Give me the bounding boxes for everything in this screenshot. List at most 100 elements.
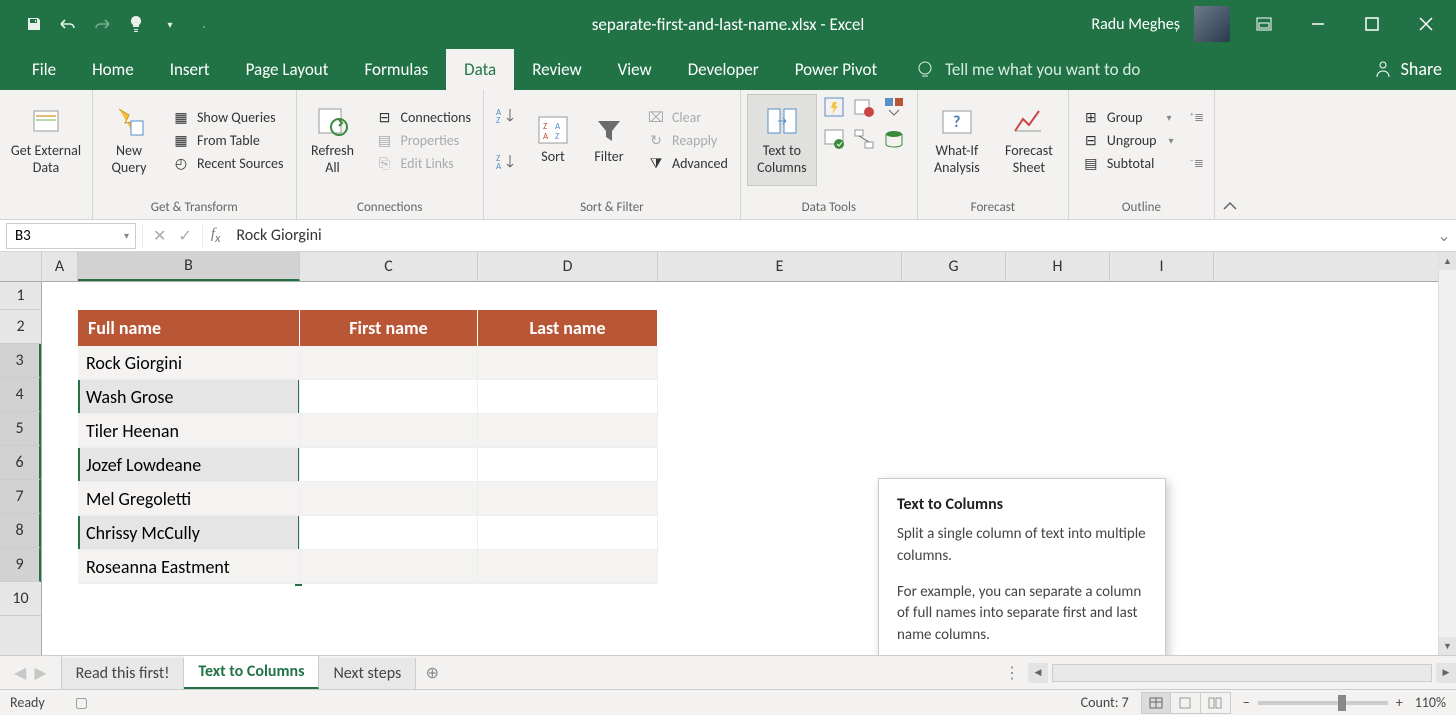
page-layout-view-button[interactable] bbox=[1171, 692, 1201, 714]
table-header[interactable]: First name bbox=[300, 310, 478, 346]
redo-icon[interactable] bbox=[88, 10, 116, 38]
forecast-sheet-button[interactable]: Forecast Sheet bbox=[996, 94, 1062, 186]
sort-desc-button[interactable]: ZA bbox=[494, 151, 518, 176]
column-header[interactable]: C bbox=[300, 252, 478, 281]
tell-me-search[interactable]: Tell me what you want to do bbox=[915, 59, 1140, 90]
subtotal-button[interactable]: ▤Subtotal bbox=[1081, 155, 1174, 172]
tab-insert[interactable]: Insert bbox=[152, 49, 228, 90]
zoom-slider[interactable] bbox=[1258, 701, 1388, 705]
table-row[interactable]: Jozef Lowdeane bbox=[78, 448, 658, 482]
get-external-data-button[interactable]: Get External Data bbox=[6, 94, 86, 186]
manage-data-model-button[interactable] bbox=[883, 128, 911, 158]
column-header[interactable]: H bbox=[1006, 252, 1110, 281]
new-query-button[interactable]: New Query bbox=[99, 94, 159, 186]
expand-formula-bar-icon[interactable]: ⌄ bbox=[1432, 226, 1456, 246]
sheet-tab[interactable]: Read this first! bbox=[62, 658, 185, 689]
column-header[interactable]: A bbox=[42, 252, 78, 281]
zoom-in-button[interactable]: + bbox=[1396, 694, 1403, 711]
scroll-down-icon[interactable]: ▼ bbox=[1439, 637, 1456, 655]
row-header[interactable]: 7 bbox=[0, 480, 41, 514]
tab-home[interactable]: Home bbox=[74, 49, 152, 90]
row-header[interactable]: 6 bbox=[0, 446, 41, 480]
table-row[interactable]: Roseanna Eastment bbox=[78, 550, 658, 584]
tab-power-pivot[interactable]: Power Pivot bbox=[777, 49, 895, 90]
show-queries-button[interactable]: ▦Show Queries bbox=[171, 109, 284, 126]
table-row[interactable]: Mel Gregoletti bbox=[78, 482, 658, 516]
sort-button[interactable]: ZAAZ Sort bbox=[528, 94, 578, 186]
remove-duplicates-button[interactable] bbox=[853, 96, 881, 126]
sort-asc-button[interactable]: AZ bbox=[494, 105, 518, 130]
scroll-left-icon[interactable]: ◀ bbox=[1028, 663, 1048, 683]
fx-icon[interactable]: fx bbox=[203, 226, 229, 246]
share-button[interactable]: Share bbox=[1373, 58, 1442, 90]
recent-sources-button[interactable]: ◴Recent Sources bbox=[171, 155, 284, 172]
tab-formulas[interactable]: Formulas bbox=[346, 49, 446, 90]
advanced-button[interactable]: ⧩Advanced bbox=[646, 155, 728, 172]
row-header[interactable]: 3 bbox=[0, 344, 41, 378]
table-header[interactable]: Full name bbox=[78, 310, 300, 346]
group-button[interactable]: ⊞Group▾ bbox=[1081, 109, 1174, 126]
column-header[interactable]: G bbox=[902, 252, 1006, 281]
tab-page-layout[interactable]: Page Layout bbox=[228, 49, 347, 90]
column-header[interactable]: D bbox=[478, 252, 658, 281]
scroll-up-icon[interactable]: ▲ bbox=[1439, 252, 1456, 270]
consolidate-button[interactable] bbox=[883, 96, 911, 126]
undo-icon[interactable] bbox=[54, 10, 82, 38]
scroll-right-icon[interactable]: ▶ bbox=[1436, 663, 1456, 683]
row-header[interactable]: 8 bbox=[0, 514, 41, 548]
user-name[interactable]: Radu Megheș bbox=[1091, 15, 1180, 34]
zoom-out-button[interactable]: − bbox=[1243, 694, 1250, 711]
column-header[interactable]: E bbox=[658, 252, 902, 281]
filter-button[interactable]: Filter bbox=[584, 94, 634, 186]
select-all-corner[interactable] bbox=[0, 252, 42, 282]
vertical-scrollbar[interactable]: ▲ ▼ bbox=[1438, 252, 1456, 655]
ribbon-display-icon[interactable] bbox=[1244, 6, 1284, 42]
new-sheet-button[interactable]: ⊕ bbox=[416, 663, 448, 683]
tab-developer[interactable]: Developer bbox=[670, 49, 777, 90]
macro-record-icon[interactable]: ▢ bbox=[75, 694, 88, 711]
table-header[interactable]: Last name bbox=[478, 310, 658, 346]
sheet-nav-prev-icon[interactable]: ◀ bbox=[14, 663, 26, 683]
worksheet-grid[interactable]: ABCDEGHI 12345678910 Full name First nam… bbox=[0, 252, 1456, 655]
relationships-button[interactable] bbox=[853, 128, 881, 158]
ungroup-button[interactable]: ⊟Ungroup▾ bbox=[1081, 132, 1174, 149]
minimize-icon[interactable] bbox=[1298, 6, 1338, 42]
what-if-analysis-button[interactable]: ? What-If Analysis bbox=[924, 94, 990, 186]
tab-file[interactable]: File bbox=[14, 49, 74, 90]
sheet-tab[interactable]: Text to Columns bbox=[184, 656, 319, 689]
table-row[interactable]: Chrissy McCully bbox=[78, 516, 658, 550]
name-box[interactable]: B3 bbox=[6, 223, 136, 249]
qat-overflow-icon[interactable]: ₌ bbox=[190, 10, 218, 38]
row-header[interactable]: 4 bbox=[0, 378, 41, 412]
save-icon[interactable] bbox=[20, 10, 48, 38]
row-header[interactable]: 2 bbox=[0, 310, 41, 344]
table-row[interactable]: Rock Giorgini bbox=[78, 346, 658, 380]
formula-input[interactable]: Rock Giorgini bbox=[228, 226, 1432, 245]
from-table-button[interactable]: ▦From Table bbox=[171, 132, 284, 149]
hide-detail-button[interactable]: ⁻≣ bbox=[1190, 156, 1204, 171]
sheet-nav-next-icon[interactable]: ▶ bbox=[34, 663, 46, 683]
text-to-columns-button[interactable]: Text to Columns bbox=[747, 94, 817, 186]
enter-formula-icon[interactable]: ✓ bbox=[178, 226, 191, 246]
close-icon[interactable] bbox=[1406, 6, 1446, 42]
row-header[interactable]: 1 bbox=[0, 282, 41, 310]
cancel-formula-icon[interactable]: ✕ bbox=[153, 226, 166, 246]
maximize-icon[interactable] bbox=[1352, 6, 1392, 42]
refresh-all-button[interactable]: Refresh All bbox=[303, 94, 363, 186]
tab-view[interactable]: View bbox=[600, 49, 670, 90]
column-header[interactable]: B bbox=[78, 252, 300, 281]
table-row[interactable]: Wash Grose bbox=[78, 380, 658, 414]
horizontal-scrollbar[interactable] bbox=[1052, 664, 1432, 682]
data-validation-button[interactable] bbox=[823, 128, 851, 158]
show-detail-button[interactable]: ⁺≣ bbox=[1190, 110, 1204, 125]
normal-view-button[interactable] bbox=[1141, 692, 1171, 714]
collapse-ribbon-icon[interactable] bbox=[1215, 90, 1245, 219]
page-break-view-button[interactable] bbox=[1201, 692, 1231, 714]
lightbulb-icon[interactable] bbox=[122, 10, 150, 38]
row-header[interactable]: 10 bbox=[0, 582, 41, 616]
zoom-level[interactable]: 110% bbox=[1415, 694, 1446, 711]
user-avatar[interactable] bbox=[1194, 6, 1230, 42]
qat-customize-icon[interactable]: ▾ bbox=[156, 10, 184, 38]
column-header[interactable]: I bbox=[1110, 252, 1214, 281]
tab-data[interactable]: Data bbox=[446, 49, 514, 90]
